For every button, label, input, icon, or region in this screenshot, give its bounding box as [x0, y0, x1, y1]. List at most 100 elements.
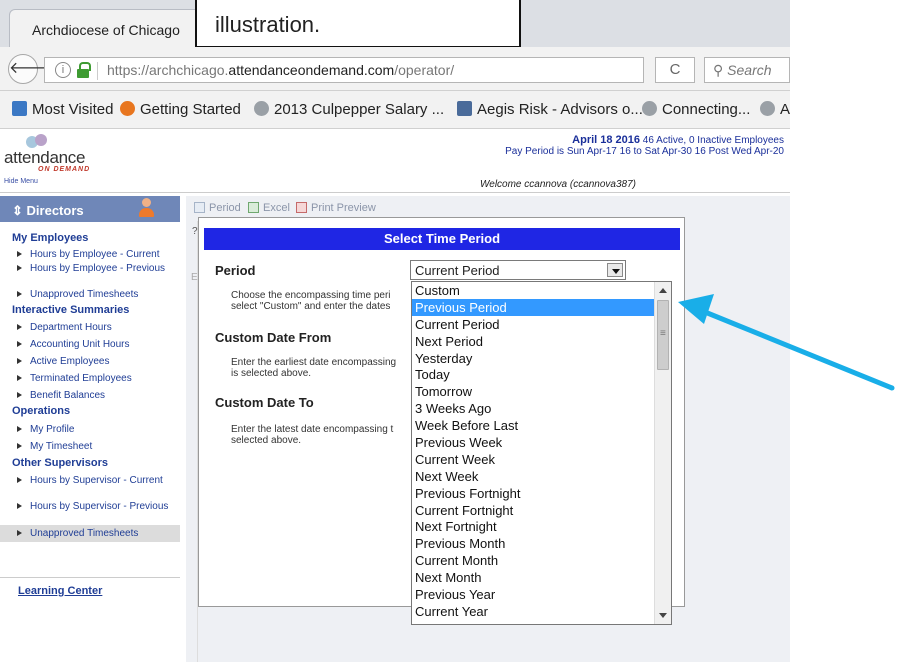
aegis-icon — [457, 101, 472, 116]
sort-arrows-icon: ⇕ — [12, 203, 23, 218]
reload-button[interactable]: C — [655, 57, 695, 83]
sidebar-item-active-employees[interactable]: Active Employees — [0, 356, 180, 367]
period-select[interactable]: Current Period — [410, 260, 626, 280]
toolbar-period-label: Period — [209, 202, 241, 214]
sidebar-item-unapproved-other[interactable]: Unapproved Timesheets — [0, 525, 180, 542]
bookmark-most-visited[interactable]: Most Visited — [12, 101, 113, 118]
globe-icon — [760, 101, 775, 116]
sidebar-item-supervisor-previous[interactable]: Hours by Supervisor - Previous — [0, 501, 180, 512]
url-text: https://archchicago.attendanceondemand.c… — [107, 62, 454, 78]
bookmark-getting-started[interactable]: Getting Started — [120, 101, 241, 118]
scrollbar-thumb[interactable] — [657, 300, 669, 370]
from-help-text: Enter the earliest date encompassing is … — [231, 357, 421, 379]
search-box[interactable]: ⚲ Search — [704, 57, 790, 83]
help-marker[interactable]: ? — [192, 226, 198, 237]
sidebar-item-department-hours[interactable]: Department Hours — [0, 322, 180, 333]
custom-date-to-label: Custom Date To — [215, 395, 314, 410]
sidebar-item-accounting-unit[interactable]: Accounting Unit Hours — [0, 339, 180, 350]
sidebar-item-supervisor-current[interactable]: Hours by Supervisor - Current — [0, 475, 180, 486]
to-help-text: Enter the latest date encompassing t sel… — [231, 424, 421, 446]
dropdown-option[interactable]: Previous Week — [412, 434, 656, 451]
dropdown-option[interactable]: Previous Period — [412, 298, 656, 316]
from-help-line-2: is selected above. — [231, 368, 312, 379]
dropdown-option[interactable]: Previous Year — [412, 586, 656, 603]
address-separator — [97, 62, 98, 80]
dropdown-option[interactable]: Week Before Last — [412, 417, 656, 434]
from-help-line-1: Enter the earliest date encompassing — [231, 357, 397, 368]
bookmark-star-icon — [12, 101, 27, 116]
toolbar-print-preview-button[interactable]: Print Preview — [296, 202, 376, 214]
info-icon[interactable]: i — [55, 62, 71, 78]
dropdown-option[interactable]: Current Week — [412, 451, 656, 468]
dropdown-option[interactable]: Tomorrow — [412, 383, 656, 400]
bookmark-a[interactable]: A — [760, 101, 790, 118]
period-help-text: Choose the encompassing time peri select… — [231, 290, 421, 312]
period-help-line-2: select "Custom" and enter the dates — [231, 301, 391, 312]
dropdown-option[interactable]: Yesterday — [412, 350, 656, 367]
sidebar-section-other-supervisors: Other Supervisors — [12, 457, 108, 469]
sidebar-item-terminated[interactable]: Terminated Employees — [0, 373, 180, 384]
dropdown-option[interactable]: Current Month — [412, 552, 656, 569]
annotation-arrow-icon — [678, 294, 895, 391]
header-date-bold: April 18 2016 — [572, 134, 641, 146]
dropdown-option[interactable]: Next Period — [412, 333, 656, 350]
callout-text: illustration. — [215, 12, 321, 37]
excel-icon — [248, 202, 259, 213]
sidebar-item-benefit-balances[interactable]: Benefit Balances — [0, 390, 180, 401]
bookmarks-toolbar: Most Visited Getting Started 2013 Culpep… — [0, 91, 790, 129]
sidebar-item-my-timesheet[interactable]: My Timesheet — [0, 441, 180, 452]
toolbar-excel-button[interactable]: Excel — [248, 202, 290, 214]
browser-nav-bar: 🡐 i https://archchicago.attendanceondema… — [0, 47, 790, 91]
bookmark-aegis[interactable]: Aegis Risk - Advisors o... — [457, 101, 643, 118]
address-bar[interactable]: i https://archchicago.attendanceondemand… — [44, 57, 644, 83]
dropdown-option[interactable]: Next Month — [412, 569, 656, 586]
dropdown-option[interactable]: Previous Fortnight — [412, 485, 656, 502]
header-pay-period: Pay Period is Sun Apr-17 16 to Sat Apr-3… — [505, 146, 784, 157]
dropdown-option[interactable]: Today — [412, 366, 656, 383]
chevron-down-icon[interactable] — [607, 263, 623, 277]
period-help-line-1: Choose the encompassing time peri — [231, 290, 391, 301]
bookmark-connecting[interactable]: Connecting... — [642, 101, 750, 118]
sidebar-item-my-profile[interactable]: My Profile — [0, 424, 180, 435]
sidebar-header[interactable]: ⇕ Directors — [0, 196, 180, 222]
calendar-icon — [194, 202, 205, 213]
back-button[interactable]: 🡐 — [8, 54, 52, 84]
search-icon: ⚲ — [713, 62, 724, 78]
dialog-title: Select Time Period — [204, 228, 680, 250]
dropdown-option[interactable]: Current Fortnight — [412, 502, 656, 519]
dropdown-option[interactable]: Previous Month — [412, 535, 656, 552]
sidebar-section-my-employees: My Employees — [12, 232, 89, 244]
sidebar-section-interactive: Interactive Summaries — [12, 304, 130, 316]
toolbar-period-button[interactable]: Period — [194, 202, 241, 214]
toolbar-print-label: Print Preview — [311, 202, 376, 214]
sidebar-item-hours-previous[interactable]: Hours by Employee - Previous — [0, 263, 180, 274]
learning-center-link[interactable]: Learning Center — [0, 577, 180, 597]
to-help-line-1: Enter the latest date encompassing t — [231, 424, 394, 435]
scroll-up-icon[interactable] — [659, 288, 667, 293]
header-employee-count: 46 Active, 0 Inactive Employees — [640, 135, 784, 146]
dropdown-option[interactable]: Custom — [412, 282, 656, 299]
reload-icon: C — [669, 61, 681, 78]
dropdown-option[interactable]: Current Period — [412, 316, 656, 333]
sidebar-item-hours-current[interactable]: Hours by Employee - Current — [0, 249, 180, 260]
dropdown-option[interactable]: Current Year — [412, 603, 656, 620]
browser-tab[interactable]: Archdiocese of Chicago — [9, 9, 209, 47]
bookmark-culpepper[interactable]: 2013 Culpepper Salary ... — [254, 101, 444, 118]
scroll-down-icon[interactable] — [659, 613, 667, 618]
dropdown-options: Custom Previous Period Current Period Next … — [412, 282, 656, 620]
logo-icon — [26, 134, 60, 148]
dropdown-option[interactable]: Next Fortnight — [412, 518, 656, 535]
period-dropdown-list[interactable]: Custom Previous Period Current Period Next … — [411, 281, 672, 625]
tab-title: Archdiocese of Chicago — [32, 22, 180, 38]
dropdown-option[interactable]: Next Week — [412, 468, 656, 485]
dropdown-option[interactable]: 3 Weeks Ago — [412, 400, 656, 417]
hide-menu-link[interactable]: Hide Menu — [4, 178, 38, 185]
dropdown-scrollbar[interactable] — [654, 282, 671, 624]
custom-date-from-label: Custom Date From — [215, 330, 332, 345]
sidebar-item-unapproved[interactable]: Unapproved Timesheets — [0, 289, 180, 300]
bookmark-label: Most Visited — [32, 101, 114, 118]
sidebar-header-label: Directors — [26, 203, 84, 218]
firefox-icon — [120, 101, 135, 116]
url-prefix: https://archchicago. — [107, 62, 229, 78]
lock-icon — [77, 62, 91, 78]
